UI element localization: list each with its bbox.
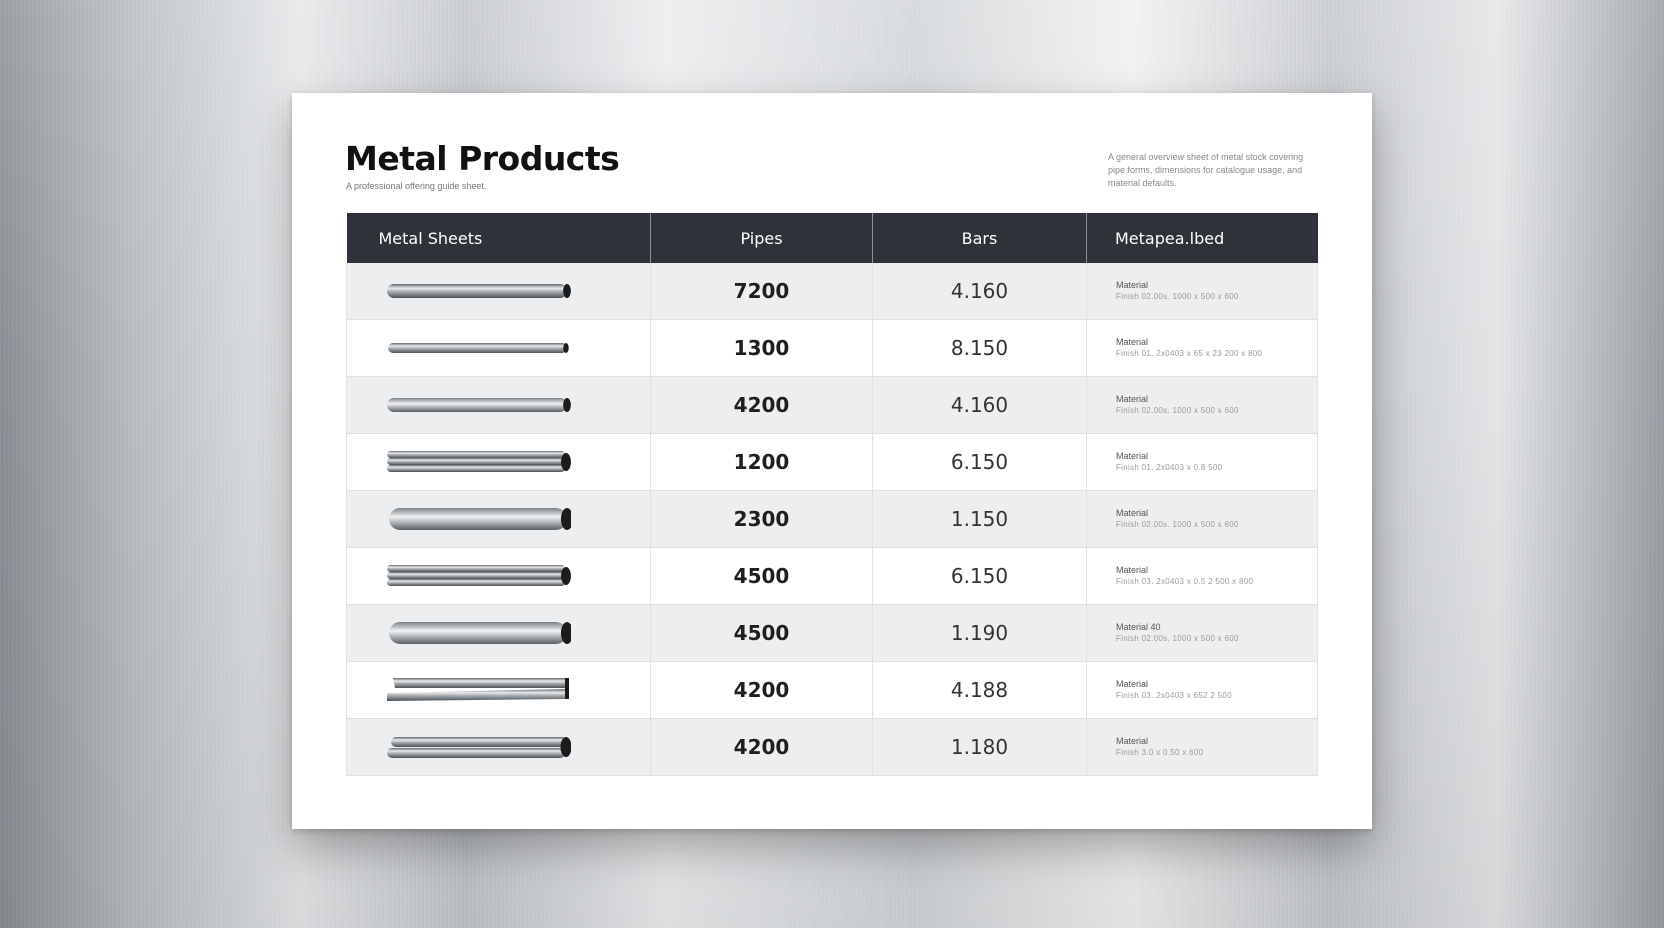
header-material[interactable]: Metapea.lbed xyxy=(1086,213,1318,263)
material-cell: Material Finish 01. 2x0403 x 0.8 500 xyxy=(1086,433,1318,491)
product-image-cell xyxy=(346,661,651,719)
thin-rod-icon xyxy=(385,332,650,364)
page-title: Metal Products xyxy=(345,139,620,178)
bars-value: 6.150 xyxy=(872,547,1087,605)
bars-value: 8.150 xyxy=(872,319,1087,377)
material-cell: Material Finish 03. 2x0403 x 0.5 2 500 x … xyxy=(1086,547,1318,605)
pipes-value: 4200 xyxy=(650,718,873,776)
material-label: Material xyxy=(1116,508,1149,518)
material-cell: Material Finish 02.00s. 1000 x 500 x 600 xyxy=(1086,376,1318,434)
material-detail: Finish 01. 2x0403 x 0.8 500 xyxy=(1116,463,1223,472)
bars-value: 4.160 xyxy=(872,263,1087,320)
material-detail: Finish 02.00s. 1000 x 500 x 600 xyxy=(1116,292,1239,301)
pipes-value: 4500 xyxy=(650,604,873,662)
bars-value: 1.150 xyxy=(872,490,1087,548)
product-image-cell xyxy=(346,604,651,662)
material-detail: Finish 03. 2x0403 x 652 2 500 xyxy=(1116,691,1232,700)
table-row[interactable]: 4200 1.180 Material Finish 3.0 x 0.50 x 600 xyxy=(346,718,1318,776)
table-header-row: Metal Sheets Pipes Bars Metapea.lbed xyxy=(346,213,1318,263)
material-label: Material xyxy=(1116,337,1149,347)
product-image-cell xyxy=(346,547,651,605)
table-row[interactable]: 4200 4.188 Material Finish 03. 2x0403 x 652… xyxy=(346,661,1318,719)
pipes-value: 4200 xyxy=(650,376,873,434)
pipe-pair-icon xyxy=(385,731,650,763)
bar-bundle-icon xyxy=(385,446,650,478)
pipes-value: 1300 xyxy=(650,319,873,377)
bar-bundle-icon xyxy=(385,560,650,592)
pipes-value: 4500 xyxy=(650,547,873,605)
material-detail: Finish 03. 2x0403 x 0.5 2 500 x 800 xyxy=(1116,577,1254,586)
material-cell: Material 40 Finish 02.00s. 1000 x 500 x 6… xyxy=(1086,604,1318,662)
round-bar-icon xyxy=(385,389,650,421)
material-label: Material 40 xyxy=(1116,622,1161,632)
product-image-cell xyxy=(346,263,651,320)
material-detail: Finish 02.00s. 1000 x 500 x 600 xyxy=(1116,520,1239,529)
material-label: Material xyxy=(1116,394,1149,404)
bars-value: 6.150 xyxy=(872,433,1087,491)
page-description: A general overview sheet of metal stock … xyxy=(1108,152,1304,188)
material-cell: Material Finish 02.00s. 1000 x 500 x 600 xyxy=(1086,263,1318,320)
tube-icon xyxy=(385,617,650,649)
product-image-cell xyxy=(346,433,651,491)
material-detail: Finish 02.00s. 1000 x 500 x 600 xyxy=(1116,634,1239,643)
product-image-cell xyxy=(346,490,651,548)
pipes-value: 4200 xyxy=(650,661,873,719)
header-bars[interactable]: Bars xyxy=(872,213,1087,263)
material-detail: Finish 3.0 x 0.50 x 600 xyxy=(1116,748,1204,757)
table-row[interactable]: 4200 4.160 Material Finish 02.00s. 1000 x 5… xyxy=(346,376,1318,434)
material-detail: Finish 01. 2x0403 x 65 x 23 200 x 800 xyxy=(1116,349,1263,358)
angle-profile-icon xyxy=(385,674,650,706)
table-row[interactable]: 4500 6.150 Material Finish 03. 2x0403 x 0.5… xyxy=(346,547,1318,605)
product-image-cell xyxy=(346,319,651,377)
bars-value: 4.188 xyxy=(872,661,1087,719)
pipes-value: 7200 xyxy=(650,263,873,320)
table-row[interactable]: 1200 6.150 Material Finish 01. 2x0403 x 0.8… xyxy=(346,433,1318,491)
header-pipes[interactable]: Pipes xyxy=(650,213,873,263)
table-row[interactable]: 4500 1.190 Material 40 Finish 02.00s. 1000 … xyxy=(346,604,1318,662)
pipes-value: 2300 xyxy=(650,490,873,548)
product-sheet: Metal Products A professional offering g… xyxy=(292,93,1372,829)
material-cell: Material Finish 03. 2x0403 x 652 2 500 xyxy=(1086,661,1318,719)
pipes-value: 1200 xyxy=(650,433,873,491)
material-label: Material xyxy=(1116,565,1149,575)
material-cell: Material Finish 01. 2x0403 x 65 x 23 200 … xyxy=(1086,319,1318,377)
bars-value: 1.180 xyxy=(872,718,1087,776)
material-cell: Material Finish 3.0 x 0.50 x 600 xyxy=(1086,718,1318,776)
table-row[interactable]: 1300 8.150 Material Finish 01. 2x0403 x 65 … xyxy=(346,319,1318,377)
products-table: Metal Sheets Pipes Bars Metapea.lbed 720… xyxy=(346,213,1318,776)
page-subtitle: A professional offering guide sheet. xyxy=(346,181,487,191)
header-metal-sheets[interactable]: Metal Sheets xyxy=(346,213,651,263)
material-label: Material xyxy=(1116,736,1149,746)
table-row[interactable]: 7200 4.160 Material Finish 02.00s. 1000 x 5… xyxy=(346,263,1318,320)
material-label: Material xyxy=(1116,679,1149,689)
bars-value: 1.190 xyxy=(872,604,1087,662)
tube-icon xyxy=(385,503,650,535)
material-label: Material xyxy=(1116,451,1149,461)
product-image-cell xyxy=(346,718,651,776)
product-image-cell xyxy=(346,376,651,434)
table-row[interactable]: 2300 1.150 Material Finish 02.00s. 1000 x 5… xyxy=(346,490,1318,548)
material-label: Material xyxy=(1116,280,1149,290)
material-cell: Material Finish 02.00s. 1000 x 500 x 600 xyxy=(1086,490,1318,548)
material-detail: Finish 02.00s. 1000 x 500 x 600 xyxy=(1116,406,1239,415)
bars-value: 4.160 xyxy=(872,376,1087,434)
round-pipe-icon xyxy=(385,275,650,307)
